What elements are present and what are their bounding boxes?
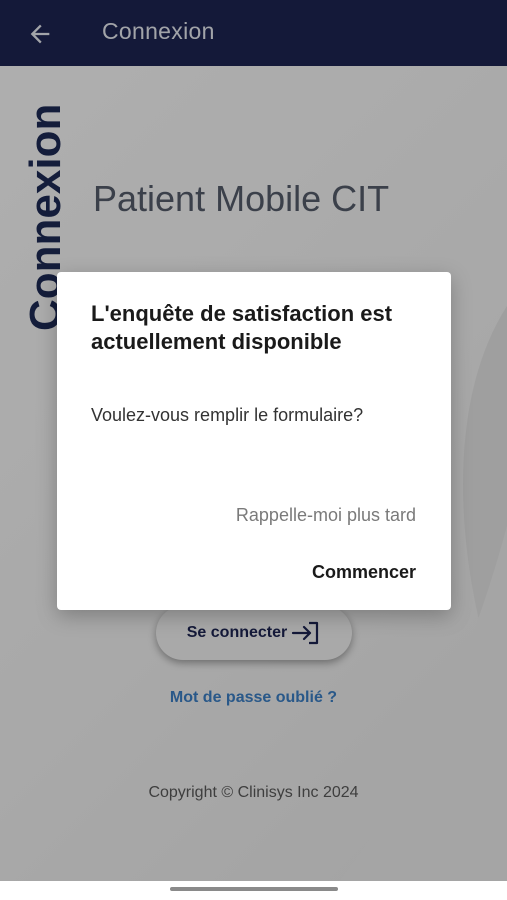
start-survey-button[interactable]: Commencer: [312, 562, 416, 583]
home-indicator[interactable]: [170, 887, 338, 891]
dialog-message: Voulez-vous remplir le formulaire?: [91, 405, 364, 425]
survey-dialog: L'enquête de satisfaction est actuelleme…: [57, 272, 451, 610]
system-nav-bar: [0, 881, 507, 900]
dialog-title: L'enquête de satisfaction est actuelleme…: [91, 301, 393, 354]
remind-later-button[interactable]: Rappelle-moi plus tard: [236, 505, 416, 526]
